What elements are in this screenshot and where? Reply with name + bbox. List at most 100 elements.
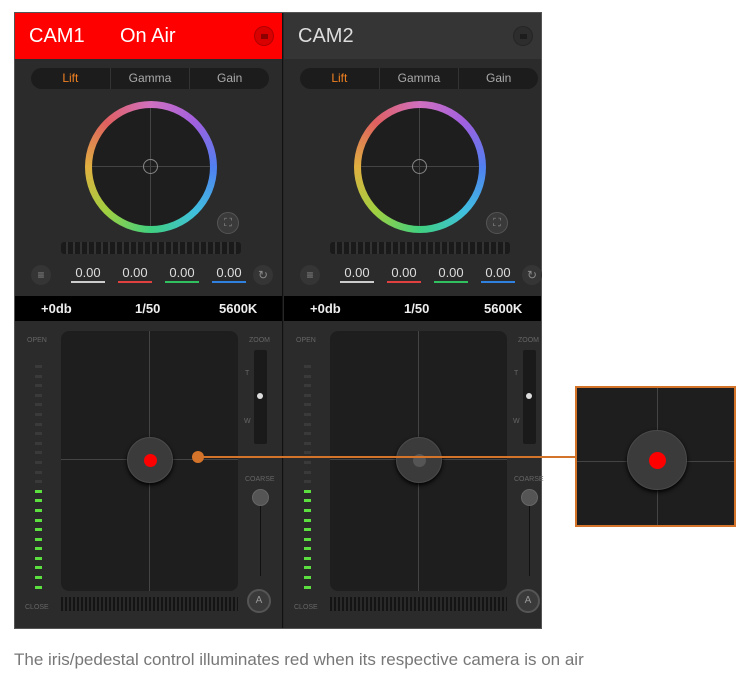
- zoom-slider[interactable]: [523, 350, 536, 444]
- tab-lift[interactable]: Lift: [31, 68, 110, 89]
- auto-iris-button[interactable]: A: [247, 589, 271, 613]
- gain-value[interactable]: +0db: [41, 296, 72, 321]
- menu-icon[interactable]: ≡: [31, 265, 51, 285]
- color-tabs: Lift Gamma Gain: [31, 68, 269, 89]
- tab-gamma[interactable]: Gamma: [378, 68, 459, 89]
- white-balance-value[interactable]: 5600K: [219, 296, 257, 321]
- iris-meter-segment: [35, 489, 42, 493]
- on-air-label: On Air: [120, 25, 176, 47]
- pedestal-bar[interactable]: [330, 597, 507, 611]
- iris-open-label: OPEN: [27, 337, 47, 344]
- color-wheel-handle[interactable]: [412, 159, 427, 174]
- coarse-track[interactable]: [529, 506, 530, 576]
- fullscreen-icon[interactable]: ⛶: [486, 212, 508, 234]
- callout-line: [198, 456, 575, 458]
- iris-meter-segment: [304, 585, 311, 589]
- shutter-value[interactable]: 1/50: [135, 296, 160, 321]
- zoom-wide-label: W: [513, 418, 520, 425]
- master-wheel-slider[interactable]: [61, 242, 241, 254]
- iris-meter-segment: [35, 499, 42, 503]
- color-value-red[interactable]: 0.00: [118, 265, 152, 283]
- color-value-luma[interactable]: 0.00: [340, 265, 374, 283]
- fullscreen-icon[interactable]: ⛶: [217, 212, 239, 234]
- camera-name: CAM2: [298, 25, 354, 47]
- coarse-knob[interactable]: [521, 489, 538, 506]
- iris-meter-segment: [304, 518, 311, 522]
- zoom-tele-label: T: [245, 370, 250, 377]
- iris-meter-segment: [35, 422, 42, 426]
- iris-meter-segment: [304, 528, 311, 532]
- color-value-blue[interactable]: 0.00: [481, 265, 515, 283]
- iris-meter-segment: [35, 576, 42, 580]
- iris-meter-segment: [35, 518, 42, 522]
- color-values-row: ≡ 0.00 0.00 0.00 0.00 ↻: [29, 265, 273, 287]
- reset-icon[interactable]: ↻: [253, 265, 273, 285]
- iris-meter-segment: [304, 508, 311, 512]
- iris-meter-segment: [35, 556, 42, 560]
- zoom-slider-thumb[interactable]: [526, 393, 532, 399]
- iris-pedestal-pad[interactable]: [61, 331, 238, 591]
- tab-gamma[interactable]: Gamma: [109, 68, 190, 89]
- lock-icon[interactable]: [254, 26, 274, 46]
- camera-name: CAM1: [29, 25, 85, 47]
- iris-pedestal-pad[interactable]: [330, 331, 507, 591]
- iris-meter-segment: [304, 412, 311, 416]
- tab-gain[interactable]: Gain: [458, 68, 538, 89]
- coarse-track[interactable]: [260, 506, 261, 576]
- iris-meter-segment: [304, 499, 311, 503]
- iris-meter: [35, 365, 42, 595]
- reset-icon[interactable]: ↻: [522, 265, 542, 285]
- iris-meter-segment: [304, 374, 311, 378]
- caption: The iris/pedestal control illuminates re…: [14, 650, 584, 669]
- zoom-label: ZOOM: [518, 337, 539, 344]
- iris-meter-segment: [35, 451, 42, 455]
- iris-meter-segment: [304, 480, 311, 484]
- iris-meter-segment: [35, 403, 42, 407]
- iris-meter-segment: [304, 537, 311, 541]
- camera-header: CAM2: [284, 13, 541, 59]
- zoom-wide-label: W: [244, 418, 251, 425]
- lock-icon[interactable]: [513, 26, 533, 46]
- iris-meter-segment: [304, 489, 311, 493]
- color-value-green[interactable]: 0.00: [434, 265, 468, 283]
- color-wheel-handle[interactable]: [143, 159, 158, 174]
- color-value-red[interactable]: 0.00: [387, 265, 421, 283]
- coarse-knob[interactable]: [252, 489, 269, 506]
- zoom-slider-thumb[interactable]: [257, 393, 263, 399]
- auto-iris-button[interactable]: A: [516, 589, 540, 613]
- color-wheel[interactable]: [354, 101, 486, 233]
- iris-meter-segment: [35, 441, 42, 445]
- tab-gain[interactable]: Gain: [189, 68, 269, 89]
- iris-meter-segment: [304, 432, 311, 436]
- on-air-indicator: [649, 452, 666, 469]
- camera-control-panel: CAM1 On Air Lift Gamma Gain ⛶ ≡ 0.00 0.00…: [14, 12, 544, 629]
- iris-meter-segment: [304, 556, 311, 560]
- color-value-luma[interactable]: 0.00: [71, 265, 105, 283]
- shutter-value[interactable]: 1/50: [404, 296, 429, 321]
- tab-lift[interactable]: Lift: [300, 68, 379, 89]
- iris-meter-segment: [35, 384, 42, 388]
- camera-column-1: CAM1 On Air Lift Gamma Gain ⛶ ≡ 0.00 0.00…: [15, 13, 283, 628]
- iris-meter-segment: [35, 412, 42, 416]
- iris-meter-segment: [304, 422, 311, 426]
- pedestal-bar[interactable]: [61, 597, 238, 611]
- menu-icon[interactable]: ≡: [300, 265, 320, 285]
- color-value-blue[interactable]: 0.00: [212, 265, 246, 283]
- iris-meter-segment: [35, 470, 42, 474]
- color-value-green[interactable]: 0.00: [165, 265, 199, 283]
- iris-meter-segment: [35, 374, 42, 378]
- iris-meter-segment: [304, 403, 311, 407]
- zoom-slider[interactable]: [254, 350, 267, 444]
- color-wheel[interactable]: [85, 101, 217, 233]
- gain-value[interactable]: +0db: [310, 296, 341, 321]
- master-wheel-slider[interactable]: [330, 242, 510, 254]
- iris-knob[interactable]: [127, 437, 173, 483]
- iris-meter-segment: [35, 480, 42, 484]
- callout-dot: [192, 451, 204, 463]
- camera-header: CAM1 On Air: [15, 13, 282, 59]
- iris-close-label: CLOSE: [25, 604, 49, 611]
- iris-meter-segment: [35, 585, 42, 589]
- white-balance-value[interactable]: 5600K: [484, 296, 522, 321]
- iris-knob[interactable]: [396, 437, 442, 483]
- coarse-label: COARSE: [245, 476, 275, 483]
